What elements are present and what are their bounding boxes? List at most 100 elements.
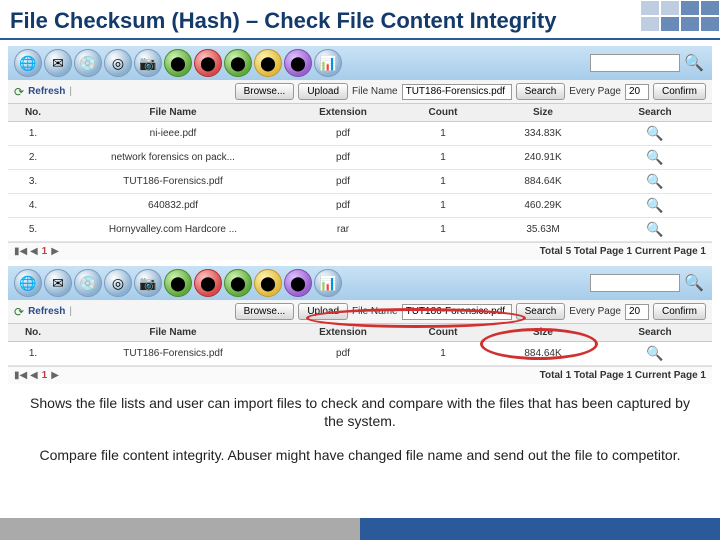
- refresh-link[interactable]: Refresh: [28, 86, 65, 97]
- toolbar-search-input[interactable]: [590, 274, 680, 292]
- panel-top: 🌐 ✉ 💿 ◎ 📷 ⬤ ⬤ ⬤ ⬤ ⬤ 📊 🔍 ⟳ Refresh | Brow…: [8, 46, 712, 260]
- cell-no: 1.: [8, 342, 58, 366]
- refresh-icon[interactable]: ⟳: [14, 305, 24, 319]
- col-no: No.: [8, 324, 58, 342]
- purple-icon[interactable]: ⬤: [284, 49, 312, 77]
- browse-button[interactable]: Browse...: [235, 303, 295, 320]
- cell-no: 2.: [8, 146, 58, 170]
- pager-page[interactable]: 1: [42, 246, 48, 257]
- target-icon[interactable]: ◎: [104, 49, 132, 77]
- col-count: Count: [398, 324, 488, 342]
- confirm-button[interactable]: Confirm: [653, 303, 706, 320]
- magnify-icon[interactable]: 🔍: [646, 173, 663, 189]
- table-row: 1.TUT186-Forensics.pdfpdf1884.64K🔍: [8, 342, 712, 366]
- everypage-label: Every Page: [569, 86, 621, 97]
- cell-ext: pdf: [288, 122, 398, 146]
- magnify-icon[interactable]: 🔍: [646, 345, 663, 361]
- col-filename: File Name: [58, 104, 288, 122]
- magnify-icon[interactable]: 🔍: [646, 149, 663, 165]
- magnify-icon[interactable]: 🔍: [646, 125, 663, 141]
- red-icon[interactable]: ⬤: [194, 269, 222, 297]
- magnify-icon[interactable]: 🔍: [646, 221, 663, 237]
- pager-arrows-next[interactable]: ▶: [51, 246, 59, 257]
- filename-input[interactable]: [402, 84, 512, 100]
- decorative-corner: [640, 0, 720, 32]
- globe-icon[interactable]: 🌐: [14, 49, 42, 77]
- cell-size: 460.29K: [488, 194, 598, 218]
- col-search: Search: [598, 324, 712, 342]
- toolbar-2: 🌐 ✉ 💿 ◎ 📷 ⬤ ⬤ ⬤ ⬤ ⬤ 📊 🔍: [8, 266, 712, 300]
- pager-page[interactable]: 1: [42, 370, 48, 381]
- footer-decoration: [0, 518, 720, 540]
- globe-icon[interactable]: 🌐: [14, 269, 42, 297]
- chart-icon[interactable]: 📊: [314, 49, 342, 77]
- magnify-icon[interactable]: 🔍: [646, 197, 663, 213]
- cell-filename: TUT186-Forensics.pdf: [58, 170, 288, 194]
- cell-filename: ni-ieee.pdf: [58, 122, 288, 146]
- green-icon[interactable]: ⬤: [164, 269, 192, 297]
- green2-icon[interactable]: ⬤: [224, 269, 252, 297]
- cell-ext: pdf: [288, 146, 398, 170]
- panel-bottom: 🌐 ✉ 💿 ◎ 📷 ⬤ ⬤ ⬤ ⬤ ⬤ 📊 🔍 ⟳ Refresh | Brow…: [8, 266, 712, 384]
- camera-icon[interactable]: 📷: [134, 269, 162, 297]
- pager-2: ▮◀ ◀ 1 ▶ Total 1 Total Page 1 Current Pa…: [8, 366, 712, 384]
- table-row: 1.ni-ieee.pdfpdf1334.83K🔍: [8, 122, 712, 146]
- chart-icon[interactable]: 📊: [314, 269, 342, 297]
- controls-bar: ⟳ Refresh | Browse... Upload File Name S…: [8, 80, 712, 103]
- pager-arrows[interactable]: ▮◀ ◀: [14, 246, 38, 257]
- table-row: 4.640832.pdfpdf1460.29K🔍: [8, 194, 712, 218]
- table-row: 3.TUT186-Forensics.pdfpdf1884.64K🔍: [8, 170, 712, 194]
- upload-button[interactable]: Upload: [298, 83, 348, 100]
- cell-count: 1: [398, 170, 488, 194]
- refresh-icon[interactable]: ⟳: [14, 85, 24, 99]
- red-icon[interactable]: ⬤: [194, 49, 222, 77]
- file-table-1: No. File Name Extension Count Size Searc…: [8, 103, 712, 242]
- cell-size: 884.64K: [488, 342, 598, 366]
- search-button[interactable]: Search: [516, 303, 566, 320]
- search-button[interactable]: Search: [516, 83, 566, 100]
- browse-button[interactable]: Browse...: [235, 83, 295, 100]
- purple-icon[interactable]: ⬤: [284, 269, 312, 297]
- green2-icon[interactable]: ⬤: [224, 49, 252, 77]
- col-size: Size: [488, 324, 598, 342]
- yellow-icon[interactable]: ⬤: [254, 269, 282, 297]
- camera-icon[interactable]: 📷: [134, 49, 162, 77]
- disc-icon[interactable]: 💿: [74, 49, 102, 77]
- cell-count: 1: [398, 194, 488, 218]
- pager-status: Total 5 Total Page 1 Current Page 1: [540, 246, 706, 257]
- cell-size: 35.63M: [488, 218, 598, 242]
- cell-count: 1: [398, 218, 488, 242]
- table-row: 5.Hornyvalley.com Hardcore ...rar135.63M…: [8, 218, 712, 242]
- file-table-2: No. File Name Extension Count Size Searc…: [8, 323, 712, 366]
- table-row: 2.network forensics on pack...pdf1240.91…: [8, 146, 712, 170]
- search-icon[interactable]: 🔍: [682, 271, 706, 295]
- cell-ext: pdf: [288, 170, 398, 194]
- cell-size: 240.91K: [488, 146, 598, 170]
- upload-button[interactable]: Upload: [298, 303, 348, 320]
- pager-arrows[interactable]: ▮◀ ◀: [14, 370, 38, 381]
- col-size: Size: [488, 104, 598, 122]
- mail-icon[interactable]: ✉: [44, 269, 72, 297]
- cell-size: 334.83K: [488, 122, 598, 146]
- cell-count: 1: [398, 146, 488, 170]
- col-search: Search: [598, 104, 712, 122]
- refresh-link[interactable]: Refresh: [28, 306, 65, 317]
- caption-1: Shows the file lists and user can import…: [0, 384, 720, 436]
- confirm-button[interactable]: Confirm: [653, 83, 706, 100]
- cell-count: 1: [398, 122, 488, 146]
- cell-filename: Hornyvalley.com Hardcore ...: [58, 218, 288, 242]
- pagesize-input[interactable]: [625, 84, 649, 100]
- yellow-icon[interactable]: ⬤: [254, 49, 282, 77]
- green-icon[interactable]: ⬤: [164, 49, 192, 77]
- col-count: Count: [398, 104, 488, 122]
- target-icon[interactable]: ◎: [104, 269, 132, 297]
- mail-icon[interactable]: ✉: [44, 49, 72, 77]
- search-icon[interactable]: 🔍: [682, 51, 706, 75]
- pagesize-input[interactable]: [625, 304, 649, 320]
- cell-no: 3.: [8, 170, 58, 194]
- toolbar-search-input[interactable]: [590, 54, 680, 72]
- filename-label: File Name: [352, 306, 398, 317]
- pager-arrows-next[interactable]: ▶: [51, 370, 59, 381]
- disc-icon[interactable]: 💿: [74, 269, 102, 297]
- filename-input-2[interactable]: [402, 304, 512, 320]
